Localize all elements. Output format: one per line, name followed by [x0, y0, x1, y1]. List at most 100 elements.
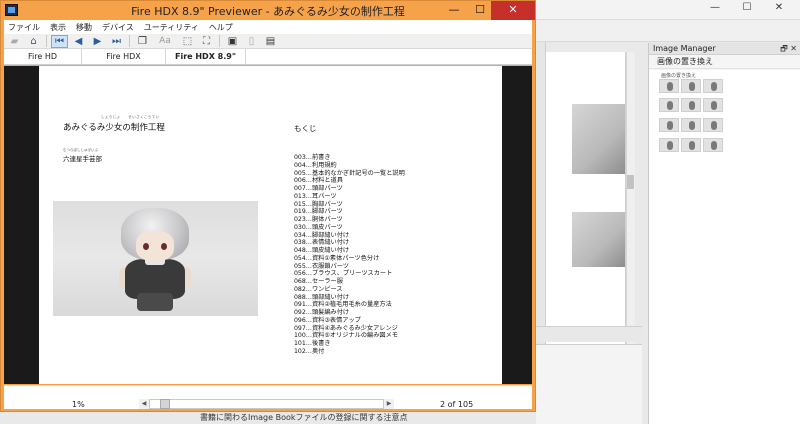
- tab-fire-hdx-8-9[interactable]: Fire HDX 8.9": [166, 49, 246, 64]
- toc-item[interactable]: 006…材料と道具: [294, 177, 405, 185]
- menu-utilities[interactable]: ユーティリティ: [144, 22, 199, 33]
- home-icon[interactable]: ⌂: [25, 35, 42, 48]
- book-page: しょうじょ せいさくこうてい あみぐるみ少女の制作工程 むつらぼししゅげいぶ 六…: [39, 66, 502, 384]
- menu-view[interactable]: 表示: [50, 22, 66, 33]
- menu-go[interactable]: 移動: [76, 22, 92, 33]
- book-title: あみぐるみ少女の制作工程: [63, 123, 165, 133]
- thumbnail[interactable]: [681, 138, 701, 152]
- preview-area: しょうじょ せいさくこうてい あみぐるみ少女の制作工程 むつらぼししゅげいぶ 六…: [4, 66, 532, 384]
- doll-face: [136, 231, 174, 261]
- image-manager-header: Image Manager 🗗 ✕: [649, 43, 800, 55]
- zoom-slider-track[interactable]: [149, 399, 384, 409]
- thumbnail[interactable]: [703, 98, 723, 112]
- thumbnail[interactable]: [703, 138, 723, 152]
- toc-item[interactable]: 019…脚部パーツ: [294, 208, 405, 216]
- background-vertical-scrollbar[interactable]: [626, 52, 635, 344]
- toolbar: ▰ ⌂ ⏮ ◀ ▶ ⏭ ❐ Aa ⬚ ⛶ ▣ ▯ ▤: [4, 34, 532, 49]
- toc-item[interactable]: 004…利用規約: [294, 162, 405, 170]
- doll-eye: [143, 243, 149, 250]
- toc-item[interactable]: 056…ブラウス、プリーツスカート: [294, 270, 405, 278]
- menu-file[interactable]: ファイル: [8, 22, 40, 33]
- background-footer-text: 書籍に関わるImage Bookファイルの登録に関する注意点: [200, 413, 408, 422]
- toc-item[interactable]: 092…頭髪編み付け: [294, 309, 405, 317]
- toc-item[interactable]: 096…資料③表情アップ: [294, 317, 405, 325]
- open-folder-icon[interactable]: ▰: [6, 35, 23, 48]
- toolbar-separator: [219, 35, 220, 47]
- book-author: 六連星手芸部: [63, 155, 102, 163]
- background-photo-1: [572, 104, 625, 174]
- background-photo-2: [572, 212, 625, 267]
- thumbnail[interactable]: [659, 118, 679, 132]
- toc-heading: もくじ: [294, 124, 317, 133]
- image-manager-panel: Image Manager 🗗 ✕ 画像の置き換え 画像の置き換え: [648, 43, 800, 424]
- background-close-button[interactable]: ✕: [768, 0, 790, 16]
- fit-page-icon[interactable]: ⬚: [179, 35, 196, 48]
- thumbnail[interactable]: [703, 79, 723, 93]
- device-tabs: Fire HD Fire HDX Fire HDX 8.9": [4, 49, 532, 65]
- last-page-icon[interactable]: ⏭: [108, 35, 125, 48]
- background-lower-bar: [536, 326, 642, 342]
- menu-help[interactable]: ヘルプ: [209, 22, 233, 33]
- background-minimize-button[interactable]: —: [704, 0, 726, 16]
- titlebar: Fire HDX 8.9" Previewer - あみぐるみ少女の制作工程 —…: [1, 1, 535, 20]
- toc-item[interactable]: 007…頭部パーツ: [294, 185, 405, 193]
- toc-item[interactable]: 023…胴体パーツ: [294, 216, 405, 224]
- image-manager-thumbnails: 画像の置き換え: [649, 70, 800, 424]
- portrait-icon[interactable]: ▣: [224, 35, 241, 48]
- toc-item[interactable]: 091…資料②植毛用毛糸の量産方法: [294, 301, 405, 309]
- toc-item[interactable]: 082…ワンピース: [294, 286, 405, 294]
- first-page-icon[interactable]: ⏮: [51, 34, 68, 48]
- thumbnail[interactable]: [681, 79, 701, 93]
- menu-device[interactable]: デバイス: [102, 22, 134, 33]
- table-of-contents: 003…前書き 004…利用規約 005…基本的なかぎ針記号の一覧と説明 006…: [294, 154, 405, 356]
- close-button[interactable]: ✕: [491, 1, 535, 20]
- minimize-button[interactable]: —: [441, 1, 467, 20]
- document-view-icon[interactable]: ▤: [262, 35, 279, 48]
- background-maximize-button[interactable]: ☐: [736, 0, 758, 16]
- toc-item[interactable]: 038…表情縫い付け: [294, 239, 405, 247]
- amigurumi-doll-photo: [53, 201, 258, 316]
- toc-item[interactable]: 013…耳パーツ: [294, 193, 405, 201]
- page-view-icon[interactable]: ▯: [243, 35, 260, 48]
- background-canvas: [546, 52, 626, 344]
- replace-image-button[interactable]: 画像の置き換え: [649, 55, 800, 69]
- toc-item[interactable]: 003…前書き: [294, 154, 405, 162]
- title-ruby: しょうじょ せいさくこうてい: [101, 115, 160, 119]
- thumbnail[interactable]: [681, 118, 701, 132]
- zoom-slider-thumb[interactable]: [160, 399, 170, 409]
- full-screen-icon[interactable]: ⛶: [198, 35, 215, 48]
- toc-item[interactable]: 054…資料①素体パーツ色分け: [294, 255, 405, 263]
- zoom-left-arrow-icon[interactable]: ◀: [139, 399, 149, 409]
- doll-legs: [137, 293, 173, 311]
- toc-item[interactable]: 101…後書き: [294, 340, 405, 348]
- tab-fire-hd[interactable]: Fire HD: [4, 49, 82, 64]
- copy-icon[interactable]: ❐: [134, 35, 151, 48]
- zoom-right-arrow-icon[interactable]: ▶: [384, 399, 394, 409]
- thumbnail[interactable]: [681, 98, 701, 112]
- thumbnail[interactable]: [703, 118, 723, 132]
- previewer-window: Fire HDX 8.9" Previewer - あみぐるみ少女の制作工程 —…: [0, 0, 536, 412]
- maximize-button[interactable]: ☐: [467, 1, 493, 20]
- image-manager-title: Image Manager: [653, 44, 716, 53]
- thumbnail[interactable]: [659, 79, 679, 93]
- background-scroll-thumb[interactable]: [627, 175, 634, 189]
- toc-item[interactable]: 102…奥付: [294, 348, 405, 356]
- image-manager-caption: 画像の置き換え: [661, 73, 697, 79]
- thumbnail[interactable]: [659, 138, 679, 152]
- toc-item[interactable]: 100…資料⑤オリジナルの編み図メモ: [294, 332, 405, 340]
- toc-item[interactable]: 068…セーラー服: [294, 278, 405, 286]
- next-page-icon[interactable]: ▶: [89, 35, 106, 48]
- toc-item[interactable]: 048…頭皮縫い付け: [294, 247, 405, 255]
- tab-fire-hdx[interactable]: Fire HDX: [82, 49, 166, 64]
- toc-item[interactable]: 030…頭皮パーツ: [294, 224, 405, 232]
- thumbnail[interactable]: [659, 98, 679, 112]
- image-manager-window-controls[interactable]: 🗗 ✕: [780, 43, 797, 55]
- page-counter: 2 of 105: [440, 400, 474, 409]
- doll-eye: [161, 243, 167, 250]
- toolbar-separator: [46, 35, 47, 47]
- background-toolbar: [536, 20, 800, 42]
- font-size-button[interactable]: Aa: [153, 35, 177, 48]
- previous-page-icon[interactable]: ◀: [70, 35, 87, 48]
- toolbar-separator: [129, 35, 130, 47]
- menu-bar: ファイル 表示 移動 デバイス ユーティリティ ヘルプ: [4, 20, 532, 34]
